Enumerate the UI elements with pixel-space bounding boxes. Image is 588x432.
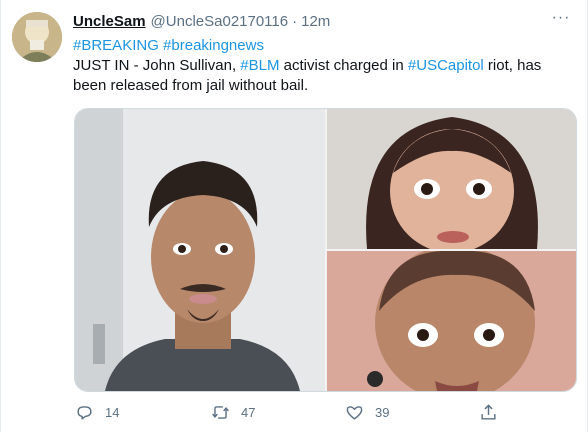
avatar[interactable] — [12, 12, 62, 62]
photo-portrait-woman — [327, 109, 576, 249]
tweet-text-line-1: #BREAKING #breakingnews — [73, 36, 573, 56]
separator-dot: · — [292, 12, 298, 30]
retweet-icon — [212, 405, 229, 419]
share-button[interactable] — [479, 400, 509, 424]
user-handle[interactable]: @UncleSa02170116 — [151, 13, 289, 30]
avatar-image — [12, 12, 62, 62]
share-icon — [481, 403, 496, 420]
tweet-text-segment: riot, has — [483, 57, 542, 74]
more-icon: ··· — [551, 9, 571, 26]
like-button[interactable]: 39 — [345, 400, 389, 424]
tweet-timestamp[interactable]: 12m — [301, 13, 330, 30]
hashtag-breaking[interactable]: #BREAKING — [73, 37, 159, 54]
more-options-button[interactable]: ··· — [549, 8, 573, 28]
tweet-text: #BREAKING #breakingnews JUST IN - John S… — [73, 36, 573, 96]
tweet-text-line-2: JUST IN - John Sullivan, #BLM activist c… — [73, 56, 573, 76]
reply-button[interactable]: 14 — [75, 400, 119, 424]
hashtag-breakingnews[interactable]: #breakingnews — [163, 37, 264, 54]
retweet-count: 47 — [241, 404, 256, 420]
reply-count: 14 — [105, 404, 120, 420]
hashtag-uscapitol[interactable]: #USCapitol — [408, 57, 484, 74]
photo-portrait-man — [75, 109, 325, 391]
heart-icon — [346, 405, 363, 420]
tweet-text-line-3: been released from jail without bail. — [73, 77, 309, 94]
tweet-card[interactable]: ··· UncleSam @UncleSa02170116 · 12m #BRE… — [0, 0, 588, 432]
like-count: 39 — [375, 404, 390, 420]
hashtag-blm[interactable]: #BLM — [240, 57, 279, 74]
media-image-1[interactable] — [75, 109, 325, 391]
display-name[interactable]: UncleSam — [73, 13, 146, 30]
tweet-header: UncleSam @UncleSa02170116 · 12m — [73, 10, 330, 32]
reply-icon — [77, 405, 92, 420]
tweet-text-segment: JUST IN - John Sullivan, — [73, 57, 241, 74]
retweet-button[interactable]: 47 — [211, 400, 255, 424]
media-image-3[interactable] — [327, 251, 576, 391]
tweet-text-segment: activist charged in — [279, 57, 408, 74]
media-grid — [74, 108, 577, 392]
media-image-2[interactable] — [327, 109, 576, 249]
photo-portrait-woman-2 — [327, 251, 576, 391]
tweet-actions: 14 47 39 — [73, 400, 513, 424]
